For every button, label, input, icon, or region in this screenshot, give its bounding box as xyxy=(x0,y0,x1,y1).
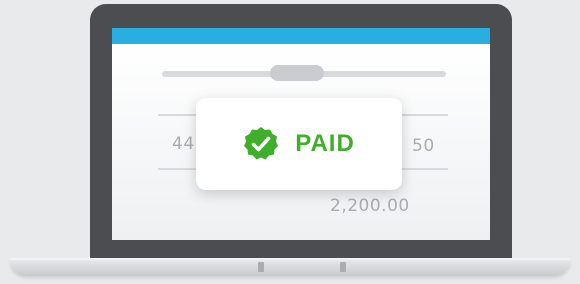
paid-status-label: PAID xyxy=(295,130,355,157)
laptop-hinge xyxy=(258,262,264,272)
check-badge-icon xyxy=(243,126,279,162)
laptop-hinge xyxy=(340,262,346,272)
invoice-total: 2,200.00 xyxy=(330,196,410,216)
slider-handle xyxy=(270,65,324,81)
screen-header-bar xyxy=(112,28,490,44)
laptop-illustration: 44 50 2,200.00 PAID xyxy=(0,0,580,284)
laptop-base xyxy=(10,260,570,276)
invoice-cell-rate: 50 xyxy=(412,136,435,156)
paid-status-card: PAID xyxy=(196,98,402,190)
invoice-cell-quantity: 44 xyxy=(172,134,195,154)
